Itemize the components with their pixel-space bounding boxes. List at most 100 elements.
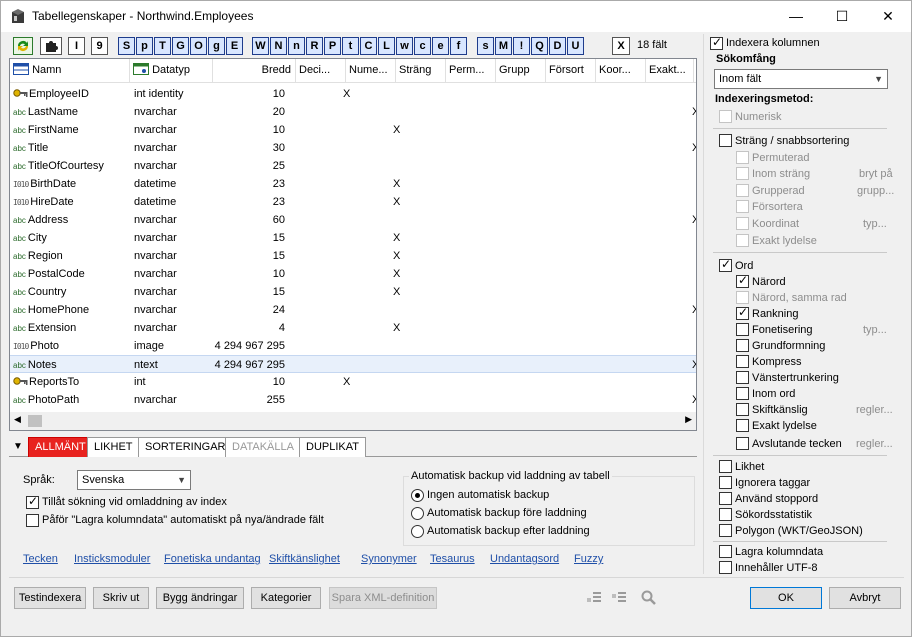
numeric-cell[interactable] bbox=[343, 356, 363, 374]
string-cell[interactable] bbox=[393, 139, 413, 157]
header-more[interactable]: ( bbox=[694, 59, 696, 83]
index-column-checkbox[interactable]: ✓ bbox=[710, 35, 723, 50]
table-row[interactable]: abc City nvarchar 15 X bbox=[10, 229, 696, 247]
overflow-cell[interactable]: X bbox=[692, 391, 696, 409]
table-row[interactable]: abc PostalCode nvarchar 10 X bbox=[10, 265, 696, 283]
table-row[interactable]: ReportsTo int 10 X bbox=[10, 373, 696, 391]
header-numeric[interactable]: Nume... bbox=[346, 59, 396, 83]
close-window-button[interactable]: ✕ bbox=[865, 1, 911, 32]
numeric-cell[interactable] bbox=[343, 193, 363, 211]
tab-duplicates[interactable]: DUPLIKAT bbox=[299, 437, 366, 457]
datatype-cell[interactable]: datetime bbox=[134, 175, 214, 193]
overflow-cell[interactable] bbox=[692, 121, 696, 139]
string-cell[interactable]: X bbox=[393, 265, 413, 283]
header-string[interactable]: Sträng bbox=[396, 59, 446, 83]
language-select[interactable]: Svenska ▼ bbox=[77, 470, 191, 490]
datatype-cell[interactable]: image bbox=[134, 337, 214, 355]
width-cell[interactable]: 15 bbox=[213, 247, 285, 265]
case-sensitive-checkbox[interactable] bbox=[736, 403, 749, 416]
left-truncation-checkbox[interactable] bbox=[736, 371, 749, 384]
datatype-cell[interactable]: nvarchar bbox=[134, 157, 214, 175]
numeric-cell[interactable] bbox=[343, 283, 363, 301]
utf8-checkbox[interactable] bbox=[719, 561, 732, 574]
field-name-cell[interactable]: abc HomePhone bbox=[13, 301, 130, 319]
field-name-cell[interactable]: abc LastName bbox=[13, 103, 130, 121]
stopwords-checkbox[interactable] bbox=[719, 492, 732, 505]
field-name-cell[interactable]: I010 HireDate bbox=[13, 193, 130, 211]
header-datatype[interactable]: Datatyp bbox=[130, 59, 213, 83]
header-exact[interactable]: Exakt... bbox=[646, 59, 694, 83]
numeric-cell[interactable] bbox=[343, 211, 363, 229]
toolbar-button-s[interactable]: s bbox=[477, 37, 494, 55]
table-row[interactable]: abc Extension nvarchar 4 X bbox=[10, 319, 696, 337]
numeric-cell[interactable] bbox=[343, 319, 363, 337]
toolbar-button-N[interactable]: N bbox=[270, 37, 287, 55]
datatype-cell[interactable]: nvarchar bbox=[134, 139, 214, 157]
field-name-cell[interactable]: abc FirstName bbox=[13, 121, 130, 139]
numeric-cell[interactable] bbox=[343, 265, 363, 283]
overflow-cell[interactable] bbox=[692, 247, 696, 265]
puzzle-icon[interactable] bbox=[40, 37, 62, 55]
table-row[interactable]: abcLastNamenvarchar20X bbox=[10, 103, 696, 121]
overflow-cell[interactable] bbox=[692, 175, 696, 193]
header-coordinate[interactable]: Koor... bbox=[596, 59, 646, 83]
store-column-data-checkbox[interactable] bbox=[719, 545, 732, 558]
numeric-cell[interactable] bbox=[343, 229, 363, 247]
overflow-cell[interactable]: X bbox=[692, 211, 696, 229]
string-cell[interactable] bbox=[393, 373, 413, 391]
field-name-cell[interactable]: abc Extension bbox=[13, 319, 130, 337]
search-scope-select[interactable]: Inom fält ▼ bbox=[714, 69, 888, 89]
numeric-cell[interactable] bbox=[343, 157, 363, 175]
scroll-thumb[interactable] bbox=[28, 415, 42, 427]
string-sort-checkbox[interactable] bbox=[719, 134, 732, 147]
overflow-cell[interactable] bbox=[692, 193, 696, 211]
string-cell[interactable] bbox=[393, 356, 413, 374]
list-down-icon[interactable] bbox=[586, 590, 602, 606]
toolbar-button-L[interactable]: L bbox=[378, 37, 395, 55]
fields-grid[interactable]: Namn Datatyp Bredd Deci... Nume... Strän… bbox=[9, 58, 697, 431]
categories-button[interactable]: Kategorier bbox=[251, 587, 321, 609]
datatype-cell[interactable]: nvarchar bbox=[134, 319, 214, 337]
toolbar-button-exclamation[interactable]: ! bbox=[513, 37, 530, 55]
refresh-icon[interactable] bbox=[13, 37, 33, 55]
width-cell[interactable]: 60 bbox=[213, 211, 285, 229]
width-cell[interactable]: 15 bbox=[213, 283, 285, 301]
link-phonetic-exceptions[interactable]: Fonetiska undantag bbox=[164, 553, 261, 565]
string-cell[interactable] bbox=[393, 85, 413, 103]
header-presort[interactable]: Försort bbox=[546, 59, 596, 83]
overflow-cell[interactable] bbox=[692, 337, 696, 355]
string-cell[interactable] bbox=[393, 157, 413, 175]
table-row[interactable]: abc Region nvarchar 15 X bbox=[10, 247, 696, 265]
string-cell[interactable]: X bbox=[393, 193, 413, 211]
width-cell[interactable]: 10 bbox=[213, 265, 285, 283]
backup-before-radio[interactable] bbox=[411, 507, 424, 520]
toolbar-button-n[interactable]: n bbox=[288, 37, 305, 55]
datatype-cell[interactable]: nvarchar bbox=[134, 247, 214, 265]
width-cell[interactable]: 25 bbox=[213, 157, 285, 175]
overflow-cell[interactable] bbox=[692, 85, 696, 103]
string-cell[interactable] bbox=[393, 301, 413, 319]
table-row[interactable]: I010 BirthDate datetime 23 X bbox=[10, 175, 696, 193]
scroll-left-icon[interactable]: ◀ bbox=[14, 414, 21, 425]
similarity-checkbox[interactable] bbox=[719, 460, 732, 473]
link-characters[interactable]: Tecken bbox=[23, 553, 58, 565]
phonetics-checkbox[interactable] bbox=[736, 323, 749, 336]
link-thesaurus[interactable]: Tesaurus bbox=[430, 553, 475, 565]
string-cell[interactable] bbox=[393, 103, 413, 121]
string-cell[interactable]: X bbox=[393, 319, 413, 337]
width-cell[interactable]: 255 bbox=[213, 391, 285, 409]
link-stopwords[interactable]: Undantagsord bbox=[490, 553, 559, 565]
overflow-cell[interactable]: X bbox=[692, 103, 696, 121]
field-name-cell[interactable]: abc City bbox=[13, 229, 130, 247]
field-name-cell[interactable]: abc Notes bbox=[13, 356, 130, 374]
overflow-cell[interactable] bbox=[692, 229, 696, 247]
ok-button[interactable]: OK bbox=[750, 587, 822, 609]
toolbar-button-D[interactable]: D bbox=[549, 37, 566, 55]
exact-sound-word-checkbox[interactable] bbox=[736, 419, 749, 432]
header-permuted[interactable]: Perm... bbox=[446, 59, 496, 83]
stemming-checkbox[interactable] bbox=[736, 339, 749, 352]
link-synonyms[interactable]: Synonymer bbox=[361, 553, 417, 565]
word-checkbox[interactable]: ✓ bbox=[719, 257, 732, 272]
overflow-cell[interactable] bbox=[692, 283, 696, 301]
datatype-cell[interactable]: nvarchar bbox=[134, 103, 214, 121]
